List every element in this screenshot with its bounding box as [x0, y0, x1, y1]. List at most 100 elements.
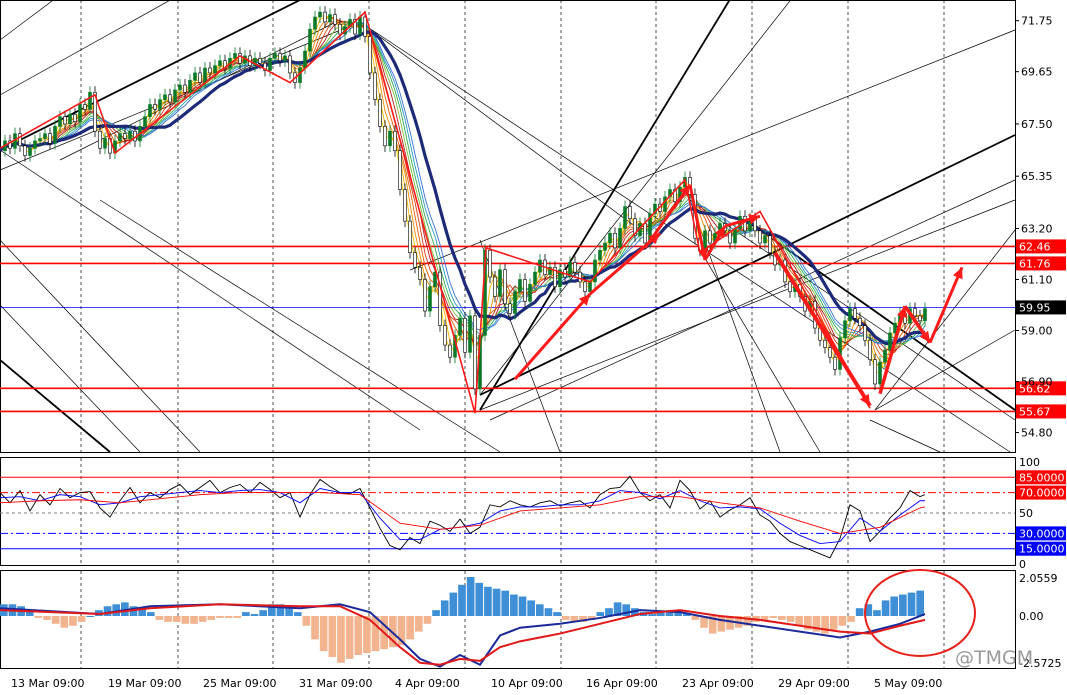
rsi-y-tick-label: 50 — [1019, 507, 1033, 520]
candle-body — [373, 72, 377, 100]
macd-histogram-bar — [354, 616, 363, 655]
macd-y-tick-label: 2.0559 — [1019, 572, 1058, 585]
macd-histogram-bar — [43, 616, 51, 620]
candle-body — [733, 228, 737, 244]
macd-histogram-bar — [769, 616, 778, 618]
candle-body — [288, 55, 292, 74]
candle-body — [768, 235, 772, 254]
macd-histogram-bar — [440, 600, 449, 616]
macd-histogram-bar — [207, 616, 216, 620]
macd-histogram-bar — [69, 616, 77, 626]
candle-body — [628, 206, 632, 220]
candle-body — [413, 252, 417, 268]
candle-body — [368, 36, 372, 74]
candle-body — [158, 99, 162, 110]
macd-histogram-bar — [337, 616, 345, 663]
candle-body — [513, 291, 517, 314]
candle-body — [423, 279, 427, 312]
candle-body — [338, 24, 342, 35]
candle-body — [218, 60, 222, 66]
macd-histogram-bar — [345, 616, 354, 659]
candle-body — [583, 281, 587, 292]
candle-body — [618, 228, 622, 249]
candle-body — [363, 16, 367, 37]
macd-histogram-bar — [881, 600, 890, 616]
candle-body — [213, 65, 217, 74]
candle-body — [73, 113, 77, 122]
macd-histogram-bar — [328, 616, 337, 657]
macd-histogram-bar — [475, 582, 484, 616]
x-tick-label: 5 May 09:00 — [874, 677, 942, 690]
candle-body — [603, 242, 607, 251]
candle-body — [58, 116, 62, 127]
macd-histogram-bar — [838, 616, 847, 626]
macd-histogram-bar — [899, 594, 907, 616]
candle-body — [33, 140, 37, 149]
candle-body — [78, 104, 82, 122]
macd-histogram-bar — [155, 616, 164, 620]
candle-body — [143, 116, 147, 127]
candle-body — [888, 332, 892, 351]
candle-body — [463, 318, 467, 353]
x-tick-label: 4 Apr 09:00 — [395, 677, 460, 690]
candle-body — [98, 130, 102, 149]
x-tick-label: 25 Mar 09:00 — [203, 677, 276, 690]
candle-body — [863, 325, 867, 341]
candle-body — [283, 55, 287, 62]
candle-body — [498, 269, 502, 297]
macd-histogram-bar — [103, 606, 112, 616]
candle-body — [508, 303, 512, 314]
price-y-tick-label: 61.10 — [1021, 273, 1053, 286]
watermark-text: @TMGM — [955, 647, 1033, 669]
candle-body — [313, 16, 317, 30]
macd-histogram-bar — [544, 608, 553, 616]
price-level-label: 62.46 — [1019, 240, 1051, 253]
candle-body — [198, 72, 202, 83]
macd-histogram-bar — [492, 588, 501, 616]
macd-histogram-bar — [466, 577, 475, 616]
macd-histogram-bar — [363, 616, 371, 654]
candle-body — [923, 308, 927, 322]
price-y-tick-label: 69.65 — [1021, 66, 1053, 79]
candle-body — [758, 230, 762, 244]
candle-body — [918, 315, 922, 322]
candle-body — [208, 67, 212, 74]
candle-body — [403, 189, 407, 222]
macd-histogram-bar — [172, 616, 181, 622]
macd-histogram-bar — [561, 616, 570, 620]
macd-histogram-bar — [786, 616, 795, 622]
macd-histogram-bar — [34, 616, 43, 618]
candle-body — [598, 250, 602, 261]
candle-body — [53, 126, 57, 144]
candle-body — [878, 361, 882, 385]
x-tick-label: 29 Apr 09:00 — [778, 677, 850, 690]
macd-histogram-bar — [501, 590, 510, 616]
candle-body — [843, 320, 847, 339]
candle-body — [148, 104, 152, 117]
macd-panel — [0, 570, 1016, 669]
x-tick-label: 13 Mar 09:00 — [11, 677, 84, 690]
current-price-label: 59.95 — [1019, 301, 1051, 314]
candle-body — [183, 84, 187, 93]
x-tick-label: 19 Mar 09:00 — [108, 677, 181, 690]
candle-body — [833, 356, 837, 370]
chart-canvas: 13 Mar 09:00 19 Mar 09:00 25 Mar 09:00 31 M… — [0, 0, 1066, 690]
price-y-tick-label: 65.35 — [1021, 170, 1053, 183]
candle-body — [608, 232, 612, 244]
rsi-panel — [0, 457, 1016, 566]
rsi-level-label: 15.0000 — [1019, 543, 1065, 556]
candle-body — [613, 232, 617, 249]
candle-body — [503, 269, 507, 305]
candle-body — [443, 325, 447, 346]
candle-body — [303, 50, 307, 69]
candle-body — [238, 53, 242, 64]
macd-histogram-bar — [821, 616, 829, 634]
macd-histogram-bar — [181, 616, 190, 624]
candle-body — [873, 359, 877, 385]
candle-body — [418, 267, 422, 280]
candle-body — [378, 99, 382, 127]
macd-histogram-bar — [164, 616, 172, 622]
macd-histogram-bar — [484, 586, 492, 616]
macd-histogram-bar — [855, 608, 864, 616]
macd-histogram-bar — [311, 616, 319, 640]
